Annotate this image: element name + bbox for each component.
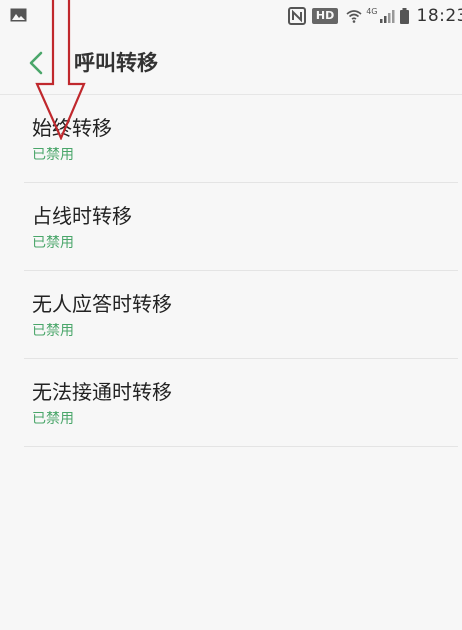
chevron-left-icon: [29, 51, 43, 75]
option-status: 已禁用: [32, 411, 74, 427]
hd-badge: HD: [311, 8, 339, 24]
option-title: 始终转移: [32, 116, 112, 140]
call-forwarding-screen: HD 4G 18:23: [0, 0, 462, 630]
option-status: 已禁用: [32, 323, 74, 339]
action-bar: 呼叫转移: [0, 32, 462, 94]
clock-time: 18:23: [416, 6, 462, 26]
network-type-label: 4G: [366, 7, 378, 16]
forwarding-options-list: 始终转移 已禁用 占线时转移 已禁用 无人应答时转移 已禁用 无法接通时转移 已…: [0, 95, 462, 447]
page-title: 呼叫转移: [74, 51, 158, 75]
back-button[interactable]: [22, 49, 50, 77]
signal-icon: [379, 10, 394, 23]
option-always-forward[interactable]: 始终转移 已禁用: [24, 95, 458, 183]
option-title: 占线时转移: [32, 204, 132, 228]
nfc-icon: [287, 7, 306, 25]
status-bar: HD 4G 18:23: [0, 0, 462, 32]
option-status: 已禁用: [32, 235, 74, 251]
wifi-icon: [346, 10, 362, 23]
status-icons: HD 4G 18:23: [287, 0, 462, 32]
option-forward-when-unreachable[interactable]: 无法接通时转移 已禁用: [24, 359, 458, 447]
option-status: 已禁用: [32, 147, 74, 163]
option-forward-when-busy[interactable]: 占线时转移 已禁用: [24, 183, 458, 271]
option-title: 无人应答时转移: [32, 292, 172, 316]
option-title: 无法接通时转移: [32, 380, 172, 404]
battery-icon: [399, 8, 409, 24]
image-icon: [10, 8, 27, 22]
option-forward-when-unanswered[interactable]: 无人应答时转移 已禁用: [24, 271, 458, 359]
